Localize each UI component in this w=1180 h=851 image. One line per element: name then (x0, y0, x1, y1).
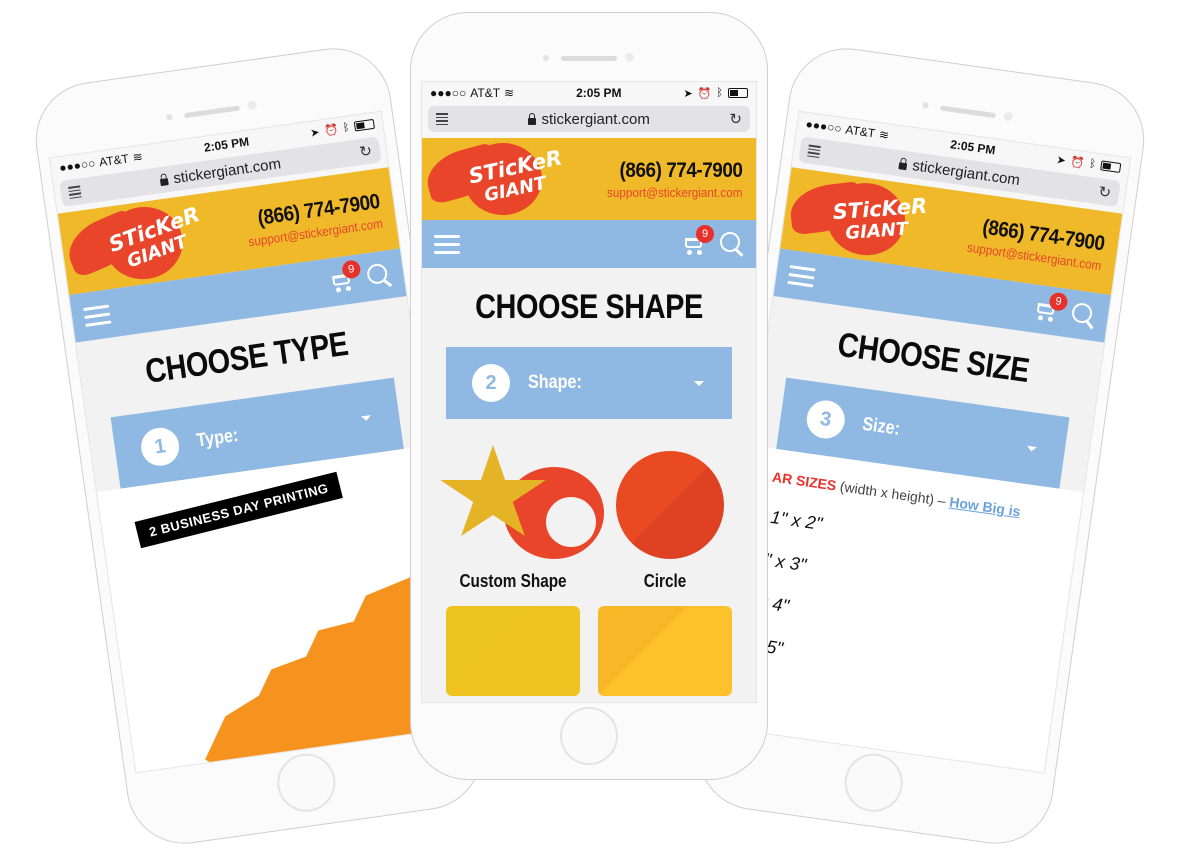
front-camera (922, 101, 929, 109)
rectangle-shape-icon (446, 606, 580, 696)
sensor (1003, 111, 1014, 122)
speaker (561, 56, 617, 61)
wifi-icon: ≋ (878, 127, 890, 143)
search-icon[interactable] (720, 232, 744, 257)
location-icon: ➤ (309, 126, 321, 140)
alarm-icon: ⏰ (1069, 155, 1086, 170)
reload-icon[interactable]: ↻ (729, 110, 742, 128)
step-label: Size: (861, 413, 902, 440)
sensor (625, 53, 634, 62)
nav-bar: 9 (422, 220, 756, 268)
page-title: CHOOSE SHAPE (475, 288, 703, 326)
clock: 2:05 PM (949, 137, 997, 158)
custom-shape-icon (440, 445, 604, 565)
carrier: AT&T (844, 122, 877, 141)
lock-icon (897, 161, 907, 170)
menu-icon[interactable] (787, 264, 816, 287)
alarm-icon: ⏰ (323, 123, 339, 138)
sizes-heading: AR SIZES (771, 468, 838, 494)
shape-option-rectangle[interactable] (446, 606, 580, 696)
lock-icon (159, 177, 169, 186)
url-text: stickergiant.com (541, 110, 650, 128)
battery-icon (727, 88, 748, 98)
phone-number-link[interactable]: (866) 774-7900 (607, 159, 742, 183)
reader-icon[interactable] (68, 185, 82, 199)
shape-dropdown[interactable]: 2 Shape: (446, 347, 732, 419)
page-title: CHOOSE SIZE (835, 325, 1032, 391)
shape-option-square[interactable] (598, 606, 732, 696)
cart-icon[interactable]: 9 (328, 259, 362, 293)
cart-icon[interactable]: 9 (1033, 291, 1069, 323)
chevron-down-icon (694, 381, 704, 386)
battery-icon (1100, 160, 1122, 174)
promo-banner: 2 BUSINESS DAY PRINTING (134, 471, 344, 549)
speaker (183, 105, 241, 119)
step-label: Shape: (528, 372, 582, 393)
clock: 2:05 PM (576, 86, 622, 100)
cart-icon[interactable]: 9 (682, 225, 714, 255)
battery-icon (353, 118, 375, 132)
signal-icon: ●●●○○ (430, 86, 467, 100)
page-title: CHOOSE TYPE (142, 324, 351, 391)
shape-option-custom[interactable]: Custom Shape (440, 445, 604, 592)
clock: 2:05 PM (203, 134, 250, 155)
shape-grid: Custom Shape Circle (440, 445, 732, 696)
step-label: Type: (195, 424, 240, 452)
home-button[interactable] (560, 707, 618, 765)
step-number: 1 (138, 425, 182, 469)
status-bar: ●●●○○ AT&T ≋ 2:05 PM ➤ ⏰ ᛒ (422, 82, 756, 104)
reader-icon[interactable] (807, 144, 821, 159)
signal-icon: ●●●○○ (804, 116, 843, 136)
front-camera (165, 113, 173, 121)
circle-shape-icon (598, 445, 732, 565)
wifi-icon: ≋ (504, 86, 515, 100)
wifi-icon: ≋ (131, 149, 144, 165)
alarm-icon: ⏰ (697, 87, 712, 100)
location-icon: ➤ (683, 87, 693, 100)
sizes-subheading: (width x height) – (838, 478, 947, 509)
home-button[interactable] (273, 749, 340, 816)
logo-text: GIANT (844, 218, 909, 244)
screen: ●●●○○ AT&T ≋ 2:05 PM ➤ ⏰ ᛒ stickergiant.com … (48, 110, 469, 774)
shape-label: Custom Shape (459, 571, 567, 591)
location-icon: ➤ (1055, 153, 1067, 167)
signal-icon: ●●●○○ (58, 156, 97, 176)
square-shape-icon (598, 606, 732, 696)
shape-option-circle[interactable]: Circle (598, 445, 732, 592)
bluetooth-icon: ᛒ (716, 87, 723, 99)
lock-icon (527, 112, 536, 125)
chevron-down-icon (360, 415, 372, 422)
front-camera (543, 55, 549, 61)
phone-center: ●●●○○ AT&T ≋ 2:05 PM ➤ ⏰ ᛒ stickergiant.com … (410, 12, 768, 780)
reload-icon[interactable]: ↻ (358, 141, 373, 161)
bluetooth-icon: ᛒ (1088, 157, 1097, 171)
stickergiant-logo[interactable]: STicKeR GIANT (422, 141, 564, 217)
email-link[interactable]: support@stickergiant.com (607, 185, 742, 200)
cart-badge: 9 (696, 225, 714, 243)
shape-label: Circle (643, 571, 687, 591)
menu-icon[interactable] (83, 304, 112, 327)
carrier: AT&T (470, 86, 501, 100)
home-button[interactable] (840, 749, 907, 816)
search-icon[interactable] (365, 262, 393, 289)
carrier: AT&T (98, 151, 130, 170)
screen: ●●●○○ AT&T ≋ 2:05 PM ➤ ⏰ ᛒ stickergiant.com … (711, 110, 1132, 774)
chevron-down-icon (1026, 445, 1037, 453)
menu-icon[interactable] (434, 234, 460, 254)
reader-icon[interactable] (436, 113, 448, 125)
step-number: 2 (472, 364, 510, 402)
stickergiant-logo[interactable]: STicKeR GIANT (60, 198, 203, 291)
reload-icon[interactable]: ↻ (1097, 182, 1112, 202)
sensor (246, 100, 258, 111)
site-header: STicKeR GIANT (866) 774-7900 support@stick… (422, 138, 756, 220)
screen: ●●●○○ AT&T ≋ 2:05 PM ➤ ⏰ ᛒ stickergiant.com … (421, 81, 757, 703)
search-icon[interactable] (1070, 301, 1097, 330)
bluetooth-icon: ᛒ (342, 121, 351, 135)
how-big-link[interactable]: How Big is (948, 494, 1021, 520)
speaker (939, 105, 997, 119)
stickergiant-logo[interactable]: STicKeR GIANT (784, 171, 928, 264)
address-bar[interactable]: stickergiant.com ↻ (428, 106, 750, 132)
step-number: 3 (804, 398, 848, 441)
